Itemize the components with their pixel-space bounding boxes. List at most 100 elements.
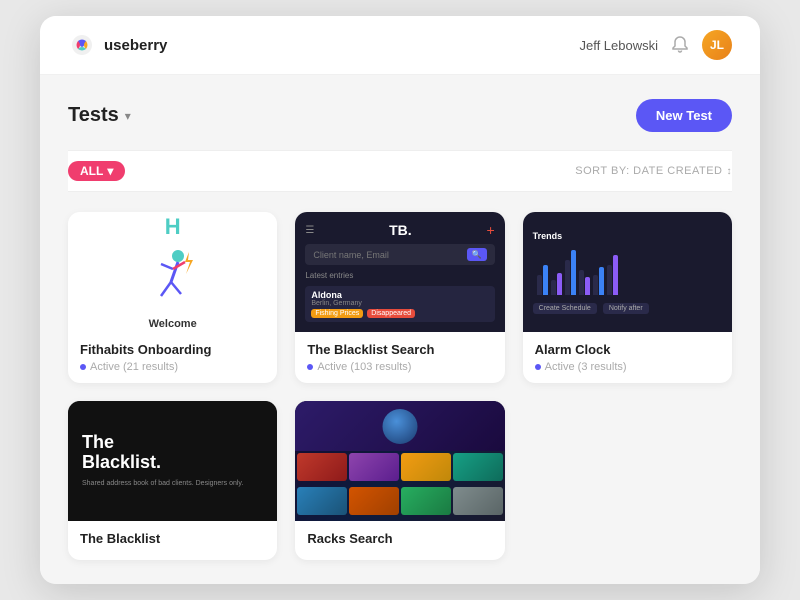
header: useberry Jeff Lebowski JL	[40, 16, 760, 75]
bl-menu-icon: ☰	[305, 225, 314, 236]
bar-group-1	[537, 265, 548, 295]
alarm-actions: Create Schedule Notify after	[533, 303, 649, 314]
bl-tags: Fishing Prices Disappeared	[311, 309, 488, 318]
sort-icon[interactable]: ↕	[727, 166, 733, 177]
bl-poster: TheBlacklist. Shared address book of bad…	[68, 401, 277, 521]
tracks-top	[295, 401, 504, 451]
app-window: useberry Jeff Lebowski JL Tests ▾ New Te…	[40, 16, 760, 584]
track-thumb-6	[349, 487, 399, 515]
card-blacklist-poster-info: The Blacklist	[68, 521, 277, 560]
track-thumb-1	[297, 453, 347, 481]
card-blacklist-search-title: The Blacklist Search	[307, 342, 492, 357]
bar	[543, 265, 548, 295]
chevron-down-icon[interactable]: ▾	[125, 109, 131, 123]
card-blacklist-poster-preview: TheBlacklist. Shared address book of bad…	[68, 401, 277, 521]
card-tracks-preview	[295, 401, 504, 521]
card-alarm-title: Alarm Clock	[535, 342, 720, 357]
sort-label: SORT BY: DATE CREATED ↕	[575, 165, 732, 177]
card-blacklist-poster[interactable]: TheBlacklist. Shared address book of bad…	[68, 401, 277, 560]
bl-search-bar: Client name, Email 🔍	[305, 244, 494, 265]
card-fithabits-status: Active (21 results)	[80, 361, 265, 373]
card-tracks[interactable]: Racks Search	[295, 401, 504, 560]
bl-poster-subtitle: Shared address book of bad clients. Desi…	[82, 479, 243, 489]
track-thumb-4	[453, 453, 503, 481]
bl-tag-2: Disappeared	[367, 309, 415, 318]
avatar[interactable]: JL	[702, 30, 732, 60]
card-fithabits-info: Fithabits Onboarding Active (21 results)	[68, 332, 277, 383]
new-test-button[interactable]: New Test	[636, 99, 732, 132]
card-fithabits[interactable]: H	[68, 212, 277, 383]
welcome-text: Welcome	[149, 318, 197, 330]
bell-icon[interactable]	[670, 35, 690, 55]
app-name: useberry	[104, 37, 167, 54]
bar	[599, 267, 604, 295]
card-blacklist-search-preview: ☰ TB. + Client name, Email 🔍 Latest entr…	[295, 212, 504, 332]
card-fithabits-title: Fithabits Onboarding	[80, 342, 265, 357]
bar-group-5	[593, 267, 604, 295]
bar-group-3	[565, 250, 576, 295]
card-alarm-status: Active (3 results)	[535, 361, 720, 373]
bl-brand: TB.	[389, 222, 412, 238]
filter-bar: ALL ▾ SORT BY: DATE CREATED ↕	[68, 150, 732, 192]
alarm-chart	[533, 245, 722, 295]
bl-search-input: Client name, Email	[313, 250, 462, 260]
card-alarm-preview: Trends	[523, 212, 732, 332]
planet-graphic	[382, 409, 417, 444]
bar	[607, 265, 612, 295]
card-alarm-clock[interactable]: Trends	[523, 212, 732, 383]
user-name: Jeff Lebowski	[579, 38, 658, 53]
card-blacklist-search[interactable]: ☰ TB. + Client name, Email 🔍 Latest entr…	[295, 212, 504, 383]
card-tracks-title: Racks Search	[307, 531, 492, 546]
fithabits-illustration	[143, 244, 203, 314]
bl-search-button: 🔍	[467, 248, 487, 261]
status-dot-alarm	[535, 364, 541, 370]
card-blacklist-poster-title: The Blacklist	[80, 531, 265, 546]
bar	[613, 255, 618, 295]
title-bar: Tests ▾ New Test	[68, 99, 732, 132]
notify-after-button[interactable]: Notify after	[603, 303, 649, 314]
header-right: Jeff Lebowski JL	[579, 30, 732, 60]
card-alarm-info: Alarm Clock Active (3 results)	[523, 332, 732, 383]
card-fithabits-preview: H	[68, 212, 277, 332]
track-thumb-8	[453, 487, 503, 515]
filter-all-button[interactable]: ALL ▾	[68, 161, 125, 181]
bar	[557, 273, 562, 295]
status-dot-fithabits	[80, 364, 86, 370]
bl-poster-title: TheBlacklist.	[82, 433, 161, 473]
bl-latest-label: Latest entries	[305, 271, 353, 280]
page-title-area: Tests ▾	[68, 104, 131, 127]
track-thumb-7	[401, 487, 451, 515]
card-blacklist-search-info: The Blacklist Search Active (103 results…	[295, 332, 504, 383]
cards-grid: H	[68, 212, 732, 560]
bl-item-location: Berlin, Germany	[311, 300, 488, 307]
track-thumb-2	[349, 453, 399, 481]
logo-area: useberry	[68, 31, 167, 59]
bar	[565, 260, 570, 295]
bar-group-4	[579, 270, 590, 295]
bar	[571, 250, 576, 295]
bl-item-name: Aldona	[311, 290, 488, 300]
bl-item: Aldona Berlin, Germany Fishing Prices Di…	[305, 286, 494, 322]
tracks-bg	[295, 401, 504, 521]
card-tracks-info: Racks Search	[295, 521, 504, 560]
create-schedule-button[interactable]: Create Schedule	[533, 303, 597, 314]
bar-group-2	[551, 273, 562, 295]
bar-group-6	[607, 255, 618, 295]
logo-icon	[68, 31, 96, 59]
tracks-grid	[295, 451, 504, 521]
track-thumb-3	[401, 453, 451, 481]
bar	[551, 280, 556, 295]
fithabits-logo: H	[165, 214, 181, 240]
bar	[585, 277, 590, 295]
bl-tag-1: Fishing Prices	[311, 309, 363, 318]
track-thumb-5	[297, 487, 347, 515]
bl-header: ☰ TB. +	[305, 222, 494, 238]
alarm-chart-title: Trends	[533, 231, 563, 241]
card-blacklist-search-status: Active (103 results)	[307, 361, 492, 373]
main-content: Tests ▾ New Test ALL ▾ SORT BY: DATE CRE…	[40, 75, 760, 584]
bar	[579, 270, 584, 295]
bar	[593, 275, 598, 295]
status-dot-blacklist	[307, 364, 313, 370]
bl-plus-icon: +	[486, 222, 494, 238]
bar	[537, 275, 542, 295]
